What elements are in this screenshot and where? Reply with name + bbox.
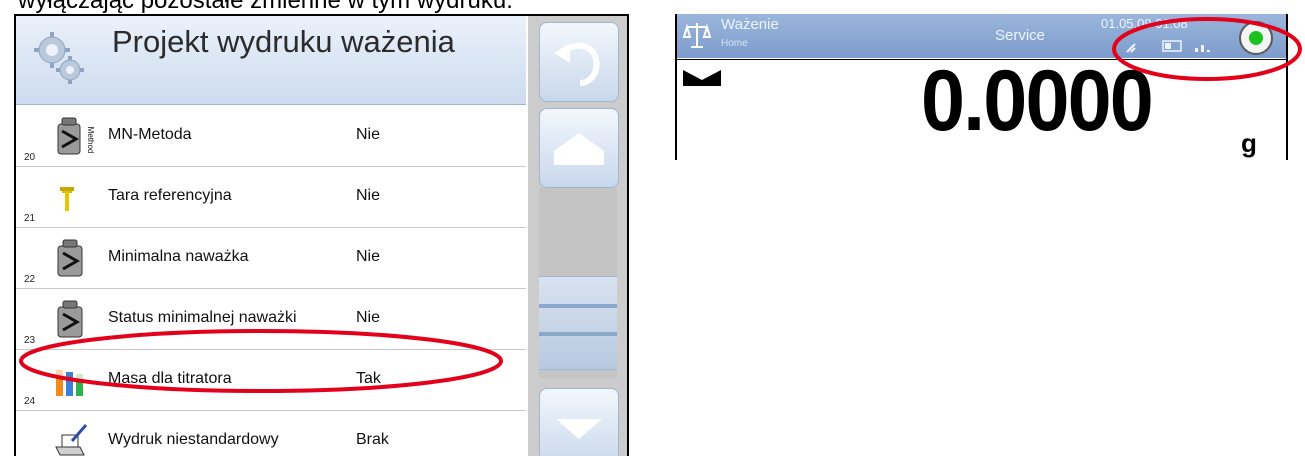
row-number: 23 — [24, 335, 36, 346]
panel-header: Projekt wydruku ważenia — [16, 16, 526, 105]
scrollbar-grip-line — [539, 332, 617, 336]
scale-icon — [682, 23, 712, 48]
custom-print-icon — [55, 424, 88, 456]
settings-list: Method MN-Metoda Nie 20 Tara referencyjn… — [16, 106, 526, 456]
status-dot — [1249, 31, 1263, 45]
tare-icon — [60, 187, 74, 211]
list-item-titrator-mass[interactable]: Masa dla titratora Tak 24 — [16, 350, 526, 411]
list-item-mn-method[interactable]: Method MN-Metoda Nie 20 — [16, 106, 526, 167]
svg-text:Method: Method — [86, 127, 94, 154]
navigation-column — [528, 16, 627, 456]
connection-status-icon[interactable] — [1239, 21, 1273, 55]
list-item-minimum-sample[interactable]: Minimalna naważka Nie 22 — [16, 228, 526, 289]
weight-display: 0.0000 g — [677, 53, 1286, 160]
min-weight-icon — [57, 239, 83, 277]
list-item-minimum-sample-status[interactable]: Status minimalnej naważki Nie 23 — [16, 289, 526, 350]
row-label: Tara referencyjna — [108, 187, 232, 204]
caption-text: wyłączając pozostałe zmienne w tym wydru… — [18, 0, 513, 14]
weight-reading: 0.0000 — [921, 53, 1154, 149]
row-label: MN-Metoda — [108, 126, 192, 143]
back-button[interactable] — [539, 22, 619, 102]
row-number: 22 — [24, 274, 36, 285]
home-icon — [554, 133, 604, 165]
app-subtitle: Home — [721, 38, 748, 49]
row-label: Minimalna naważka — [108, 248, 249, 265]
row-value: Nie — [356, 187, 381, 204]
stability-marker-icon — [683, 70, 721, 86]
titrator-icon — [56, 370, 83, 396]
weight-unit: g — [1241, 128, 1257, 158]
min-weight-status-icon — [57, 300, 83, 338]
scroll-down-button[interactable] — [539, 388, 619, 456]
settings-gears-icon — [34, 32, 84, 84]
list-item-custom-printout[interactable]: Wydruk niestandardowy Brak 25 — [16, 411, 526, 456]
row-value: Tak — [356, 370, 381, 387]
row-value: Nie — [356, 126, 381, 143]
method-weight-icon: Method — [57, 117, 94, 155]
row-value: Nie — [356, 248, 381, 265]
scrollbar-grip-line — [539, 304, 617, 308]
chevron-down-icon — [556, 419, 602, 439]
row-number: 24 — [24, 396, 36, 407]
row-value: Nie — [356, 309, 381, 326]
row-label: Wydruk niestandardowy — [108, 431, 279, 448]
app-title: Ważenie — [721, 16, 779, 33]
panel-title: Projekt wydruku ważenia — [112, 24, 455, 59]
row-number: 20 — [24, 152, 36, 163]
print-design-panel: Projekt wydruku ważenia Method MN-Metoda… — [14, 14, 629, 456]
row-label: Masa dla titratora — [108, 370, 232, 387]
undo-arrow-icon — [554, 42, 600, 86]
row-label: Status minimalnej naważki — [108, 309, 297, 326]
row-value: Brak — [356, 431, 389, 448]
row-number: 21 — [24, 213, 36, 224]
service-label[interactable]: Service — [995, 27, 1045, 44]
home-button[interactable] — [539, 108, 619, 188]
weighing-screen: Ważenie Home Service 01.05.09 01:08 0.00… — [675, 14, 1288, 160]
list-item-reference-tare[interactable]: Tara referencyjna Nie 21 — [16, 167, 526, 228]
datetime: 01.05.09 01:08 — [1101, 16, 1188, 31]
scrollbar-thumb[interactable] — [539, 276, 617, 370]
